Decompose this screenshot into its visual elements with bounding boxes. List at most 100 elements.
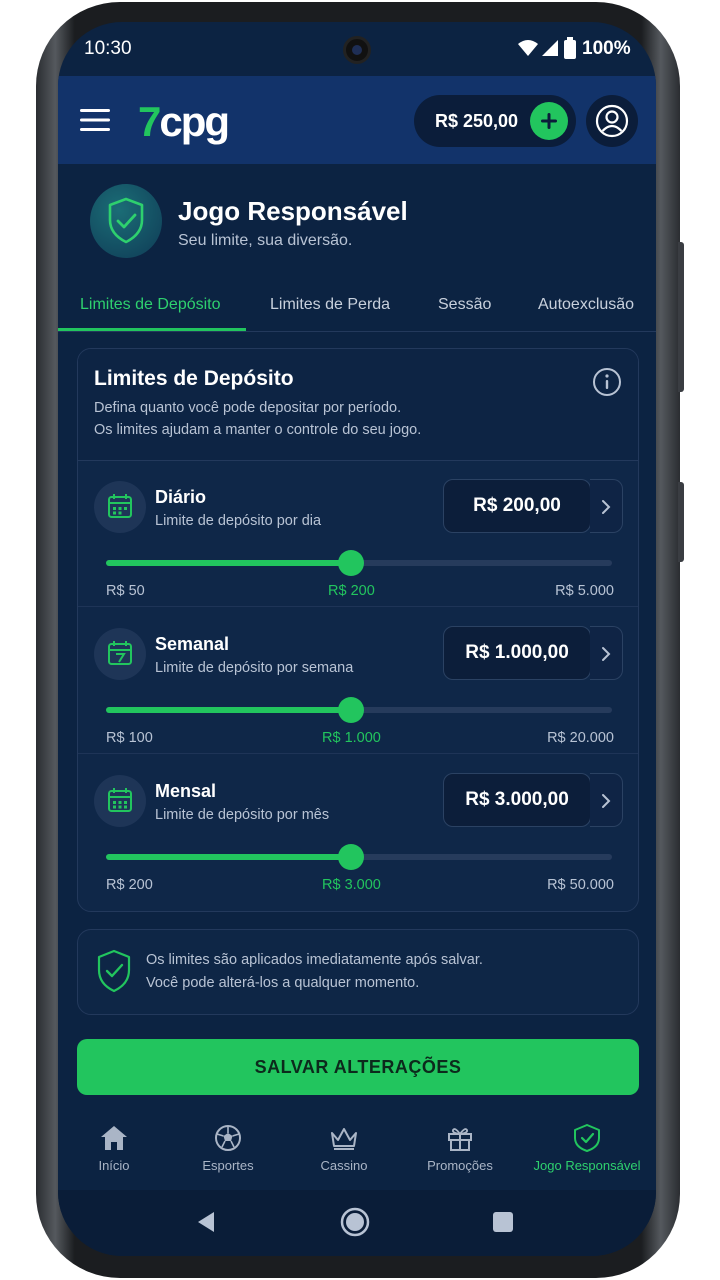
system-nav-bar (58, 1190, 656, 1256)
daily-slider[interactable] (106, 550, 612, 576)
chevron-right-icon (602, 500, 611, 514)
chevron-right-icon (602, 647, 611, 661)
monthly-slider[interactable] (106, 844, 612, 870)
weekly-subtitle: Limite de depósito por semana (155, 660, 354, 676)
nav-casino[interactable]: Cassino (286, 1114, 402, 1190)
tab-bar: Limites de Depósito Limites de Perda Ses… (58, 280, 656, 332)
daily-max: R$ 5.000 (555, 583, 614, 599)
tab-loss-limits[interactable]: Limites de Perda (270, 296, 390, 314)
monthly-subtitle: Limite de depósito por mês (155, 807, 330, 823)
monthly-amount-open[interactable] (590, 773, 623, 827)
nav-promotions-label: Promoções (427, 1158, 493, 1173)
home-button-icon[interactable] (340, 1207, 370, 1237)
weekly-slider[interactable] (106, 697, 612, 723)
page-title: Jogo Responsável (178, 196, 408, 226)
daily-slider-fill (106, 560, 352, 566)
weekly-current: R$ 1.000 (322, 730, 381, 746)
nav-sports[interactable]: Esportes (170, 1114, 286, 1190)
balance-pill[interactable]: R$ 250,00 (414, 95, 576, 147)
daily-slider-thumb[interactable] (338, 550, 365, 576)
page-subtitle: Seu limite, sua diversão. (178, 232, 353, 249)
weekly-max: R$ 20.000 (547, 730, 614, 746)
monthly-amount-field[interactable]: R$ 3.000,00 (443, 773, 591, 827)
limit-row-daily: Diário Limite de depósito por dia R$ 200… (78, 461, 638, 607)
crown-icon (331, 1128, 357, 1150)
deposit-limits-card: Limites de Depósito Defina quanto você p… (77, 348, 639, 912)
weekly-amount-open[interactable] (590, 626, 623, 680)
note-line2: Você pode alterá-los a qualquer momento. (146, 975, 420, 991)
shield-check-icon (97, 949, 131, 993)
daily-current: R$ 200 (328, 583, 375, 599)
monthly-slider-thumb[interactable] (338, 844, 365, 870)
limit-row-monthly: Mensal Limite de depósito por mês R$ 3.0… (78, 755, 638, 901)
limit-row-weekly: Semanal Limite de depósito por semana R$… (78, 608, 638, 754)
card-title: Limites de Depósito (94, 367, 294, 390)
card-desc-line1: Defina quanto você pode depositar por pe… (94, 400, 402, 416)
daily-subtitle: Limite de depósito por dia (155, 513, 322, 529)
battery-icon (564, 37, 576, 59)
daily-title: Diário (155, 487, 207, 507)
nav-promotions[interactable]: Promoções (402, 1114, 518, 1190)
back-icon[interactable] (194, 1210, 218, 1234)
note-line1: Os limites são aplicados imediatamente a… (146, 952, 483, 968)
home-icon (101, 1126, 127, 1150)
monthly-min: R$ 200 (106, 877, 153, 893)
battery-level: 100% (582, 38, 631, 59)
menu-icon[interactable] (80, 108, 110, 132)
balance-amount: R$ 250,00 (435, 111, 519, 131)
power-button (678, 482, 684, 562)
monthly-current: R$ 3.000 (322, 877, 381, 893)
nav-home[interactable]: Início (58, 1114, 170, 1190)
page-shield-badge (90, 184, 162, 258)
card-desc-line2: Os limites ajudam a manter o controle do… (94, 422, 422, 438)
weekly-icon-badge (94, 628, 146, 680)
status-bar: 10:30 100% (58, 22, 656, 76)
status-time: 10:30 (84, 38, 132, 59)
nav-responsible-gaming-label: Jogo Responsável (533, 1158, 641, 1173)
monthly-title: Mensal (155, 781, 217, 801)
daily-min: R$ 50 (106, 583, 145, 599)
info-note: Os limites são aplicados imediatamente a… (77, 929, 639, 1015)
gift-icon (448, 1128, 472, 1151)
bottom-nav: Início Esportes Cassino Promoções Jogo R… (58, 1114, 656, 1190)
volume-button (678, 242, 684, 392)
weekly-min: R$ 100 (106, 730, 153, 746)
tab-deposit-limits[interactable]: Limites de Depósito (80, 296, 221, 314)
app-header: 7cpg R$ 250,00 (58, 76, 656, 164)
recents-icon[interactable] (492, 1211, 514, 1233)
nav-casino-label: Cassino (320, 1158, 368, 1173)
app-screen: 10:30 100% 7cpg R$ 250,00 Jogo Responsáv… (58, 22, 656, 1256)
wifi-icon (518, 40, 538, 56)
front-camera (343, 36, 371, 64)
plus-icon (541, 113, 557, 129)
weekly-slider-thumb[interactable] (338, 697, 365, 723)
daily-amount-field[interactable]: R$ 200,00 (443, 479, 591, 533)
calendar-week-icon (108, 641, 132, 665)
tab-self-exclusion[interactable]: Autoexclusão (538, 296, 634, 314)
soccer-ball-icon (215, 1125, 241, 1151)
nav-responsible-gaming[interactable]: Jogo Responsável (518, 1114, 656, 1190)
shield-check-icon (574, 1124, 600, 1152)
nav-home-label: Início (98, 1158, 130, 1173)
logo-text: cpg (159, 98, 230, 145)
tab-session[interactable]: Sessão (438, 296, 491, 314)
weekly-slider-fill (106, 707, 352, 713)
weekly-title: Semanal (155, 634, 230, 654)
daily-amount-open[interactable] (590, 479, 623, 533)
monthly-icon-badge (94, 775, 146, 827)
info-icon[interactable] (592, 367, 622, 397)
user-icon (595, 104, 629, 138)
nav-sports-label: Esportes (202, 1158, 254, 1173)
calendar-month-icon (108, 788, 132, 812)
chevron-right-icon (602, 794, 611, 808)
weekly-amount-field[interactable]: R$ 1.000,00 (443, 626, 591, 680)
app-logo[interactable]: 7cpg (138, 98, 230, 146)
monthly-max: R$ 50.000 (547, 877, 614, 893)
save-button[interactable]: SALVAR ALTERAÇÕES (77, 1039, 639, 1095)
logo-number: 7 (138, 98, 161, 145)
profile-button[interactable] (586, 95, 638, 147)
deposit-button[interactable] (530, 102, 568, 140)
signal-icon (542, 40, 558, 56)
calendar-icon (108, 494, 132, 518)
monthly-slider-fill (106, 854, 352, 860)
